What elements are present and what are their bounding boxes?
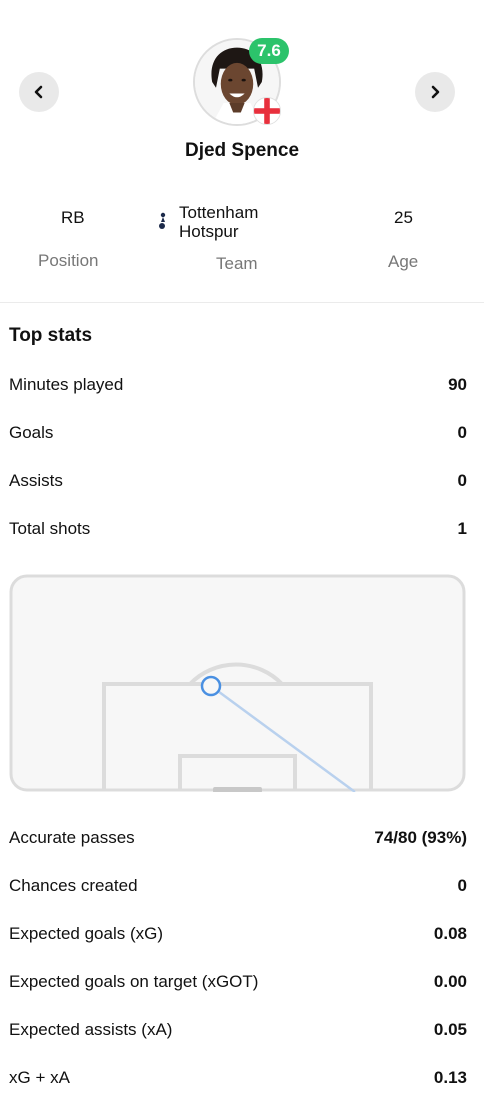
stat-row-chances-created: Chances created 0	[9, 874, 467, 898]
stat-value: 0	[457, 423, 467, 442]
england-flag-icon	[253, 97, 281, 125]
stat-label: Expected goals on target (xGOT)	[9, 972, 259, 991]
stat-row-total-shots: Total shots 1	[9, 517, 467, 541]
team-value: Tottenham Hotspur	[179, 203, 258, 241]
stat-label: Expected assists (xA)	[9, 1020, 173, 1039]
stat-row-xg-plus-xa: xG + xA 0.13	[9, 1066, 467, 1090]
stat-row-xgot: Expected goals on target (xGOT) 0.00	[9, 970, 467, 994]
next-player-button[interactable]	[415, 72, 455, 112]
stat-label: Accurate passes	[9, 828, 135, 847]
stat-value: 0.05	[433, 1020, 467, 1039]
stat-value: 90	[448, 375, 467, 394]
stat-label: Expected goals (xG)	[9, 924, 164, 943]
stat-row-goals: Goals 0	[9, 421, 467, 445]
stat-value: 0.00	[433, 972, 467, 991]
stat-value: 74/80 (93%)	[374, 828, 467, 847]
team-name-line2: Hotspur	[179, 222, 239, 241]
stat-row-accurate-passes: Accurate passes 74/80 (93%)	[9, 826, 467, 850]
player-name: Djed Spence	[184, 140, 300, 161]
shot-marker[interactable]	[200, 675, 222, 697]
stat-row-xa: Expected assists (xA) 0.05	[9, 1018, 467, 1042]
stat-row-xg: Expected goals (xG) 0.08	[9, 922, 467, 946]
position-value: RB	[61, 208, 85, 227]
position-label: Position	[38, 251, 99, 270]
age-label: Age	[388, 252, 419, 271]
age-value: 25	[394, 208, 413, 227]
previous-player-button[interactable]	[19, 72, 59, 112]
stat-value: 0.08	[433, 924, 467, 943]
tottenham-crest-icon	[159, 212, 166, 229]
stat-label: Minutes played	[9, 375, 124, 394]
stat-label: Goals	[9, 423, 54, 442]
section-divider	[0, 302, 484, 303]
stat-label: Total shots	[9, 519, 91, 538]
goal	[213, 787, 262, 792]
player-rating-badge: 7.6	[249, 38, 289, 64]
stat-value: 0	[457, 876, 467, 895]
stat-label: Chances created	[9, 876, 138, 895]
stat-row-minutes-played: Minutes played 90	[9, 373, 467, 397]
stat-value: 0.13	[433, 1068, 467, 1087]
chevron-left-icon	[34, 85, 43, 99]
stat-value: 0	[457, 471, 467, 490]
stat-value: 1	[457, 519, 467, 538]
team-name-line1: Tottenham	[179, 203, 259, 222]
top-stats-title: Top stats	[9, 325, 93, 346]
stat-row-assists: Assists 0	[9, 469, 467, 493]
stat-label: Assists	[9, 471, 63, 490]
chevron-right-icon	[431, 85, 440, 99]
shot-map[interactable]	[9, 574, 466, 792]
team-label: Team	[216, 254, 258, 273]
stat-label: xG + xA	[9, 1068, 70, 1087]
